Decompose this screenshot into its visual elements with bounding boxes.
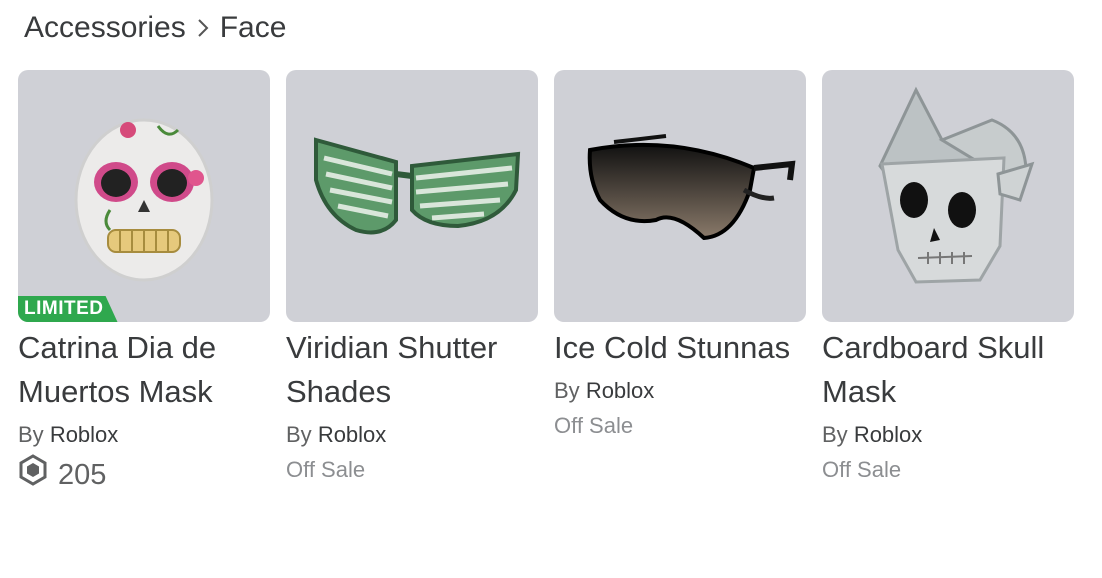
item-thumbnail[interactable] [286,70,538,322]
shutter-shades-image [314,137,521,235]
breadcrumb-face: Face [219,11,287,44]
chevron-right-icon [196,17,210,39]
breadcrumb-accessories[interactable]: Accessories [24,11,186,45]
item-status: Off Sale [822,457,902,482]
creator-link[interactable]: Roblox [318,422,386,447]
skull-mask-image [74,118,214,282]
item-thumbnail[interactable] [822,70,1074,322]
item-name[interactable]: Ice Cold Stunnas [554,326,806,370]
creator-link[interactable]: Roblox [854,422,922,447]
by-label: By [286,422,312,447]
limited-badge: LIMITED [18,296,118,322]
by-label: By [822,422,848,447]
item-card-cardboard-skull[interactable]: Cardboard Skull Mask By Roblox Off Sale [822,70,1074,495]
item-card-catrina[interactable]: LIMITED Catrina Dia de Muertos Mask By R… [18,70,270,495]
item-status: Off Sale [286,457,366,482]
item-creator: By Roblox [18,420,270,450]
by-label: By [554,378,580,403]
item-thumbnail[interactable] [554,70,806,322]
sunglasses-image [587,134,796,241]
by-label: By [18,422,44,447]
item-price: 205 [18,454,270,495]
creator-link[interactable]: Roblox [50,422,118,447]
item-creator: By Roblox [822,420,1074,450]
breadcrumb: Accessories Face [24,8,286,48]
item-thumbnail[interactable]: LIMITED [18,70,270,322]
item-grid: LIMITED Catrina Dia de Muertos Mask By R… [18,70,1074,495]
item-name[interactable]: Viridian Shutter Shades [286,326,538,414]
item-card-ice-cold[interactable]: Ice Cold Stunnas By Roblox Off Sale [554,70,806,495]
item-creator: By Roblox [554,376,806,406]
cardboard-skull-image [878,86,1035,284]
item-status: Off Sale [554,413,634,438]
item-creator: By Roblox [286,420,538,450]
item-card-viridian[interactable]: Viridian Shutter Shades By Roblox Off Sa… [286,70,538,495]
robux-icon [18,454,48,495]
price-value: 205 [58,458,107,491]
item-name[interactable]: Cardboard Skull Mask [822,326,1074,414]
item-name[interactable]: Catrina Dia de Muertos Mask [18,326,270,414]
creator-link[interactable]: Roblox [586,378,654,403]
